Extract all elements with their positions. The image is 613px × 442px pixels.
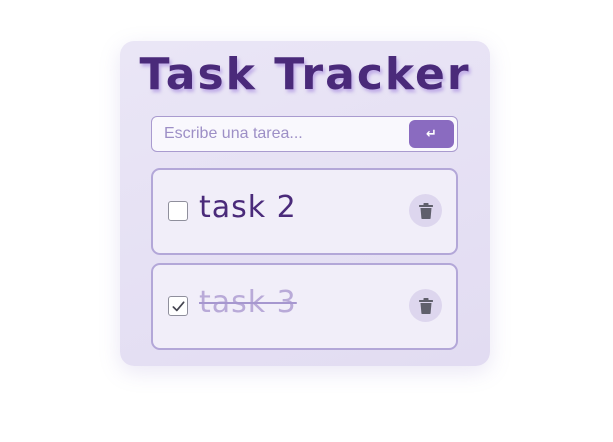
task-checkbox[interactable]: [168, 201, 188, 221]
delete-task-button[interactable]: [409, 289, 442, 322]
task-label: task 2: [199, 190, 297, 225]
task-input-row: ↵: [151, 116, 458, 152]
task-checkbox[interactable]: [168, 296, 188, 316]
trash-icon: [418, 297, 433, 314]
task-input[interactable]: [152, 117, 402, 151]
task-item: task 3: [151, 263, 458, 350]
app-card: Task Tracker ↵ task 2 task 3: [120, 41, 490, 366]
add-task-button[interactable]: ↵: [409, 120, 454, 148]
task-item: task 2: [151, 168, 458, 255]
task-label: task 3: [199, 285, 297, 320]
trash-icon: [418, 202, 433, 219]
delete-task-button[interactable]: [409, 194, 442, 227]
page-title: Task Tracker: [139, 49, 471, 100]
checkmark-icon: [172, 300, 184, 311]
